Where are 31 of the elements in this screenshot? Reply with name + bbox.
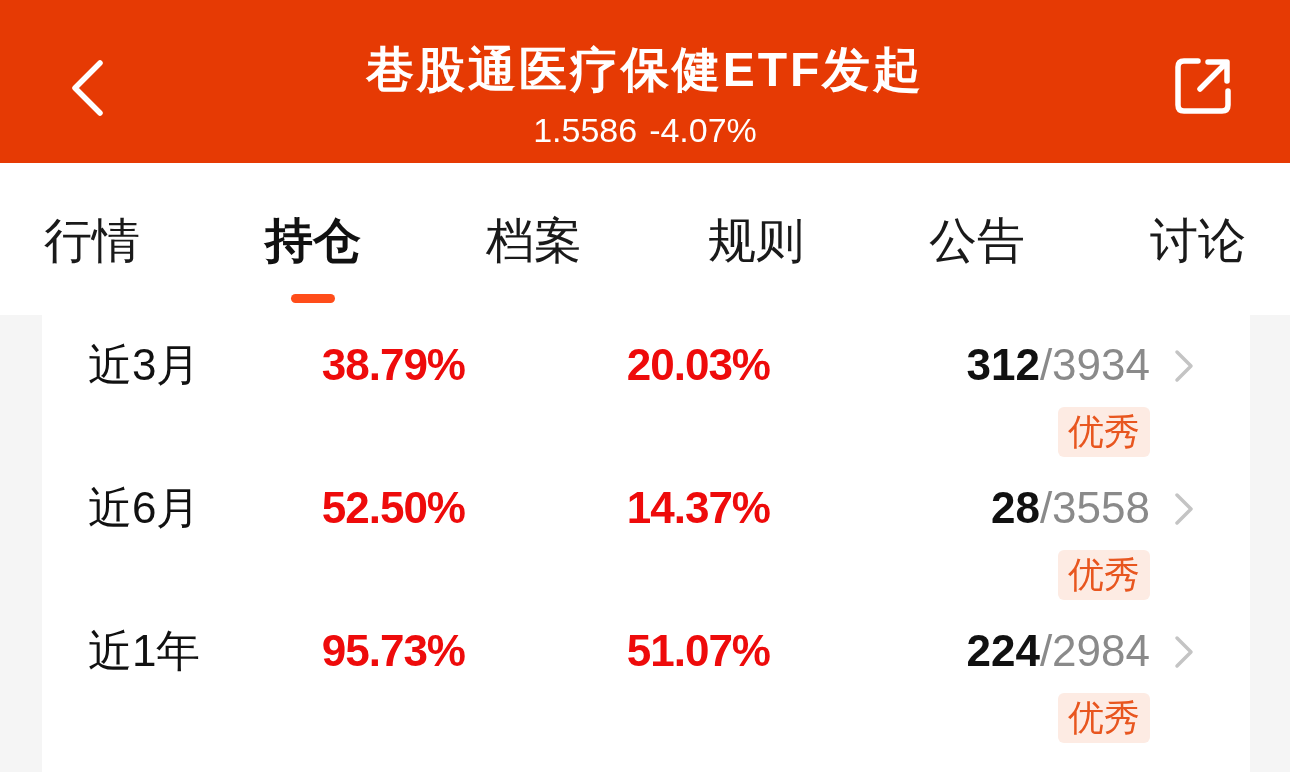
back-button[interactable] (70, 59, 104, 116)
rank-text: 312/3934 (966, 339, 1150, 391)
return-value: 14.37% (625, 482, 770, 534)
tab[interactable]: 规则 (707, 213, 804, 269)
chevron-right-icon[interactable] (1174, 349, 1194, 383)
rank-text: 28/3558 (990, 482, 1150, 534)
tab[interactable]: 持仓 (265, 213, 362, 269)
rating-tag: 优秀 (1058, 693, 1150, 743)
tab[interactable]: 公告 (928, 213, 1025, 269)
fund-price: 1.5586 (533, 110, 638, 150)
share-button[interactable] (1174, 56, 1232, 115)
fund-title: 巷股通医疗保健ETF发起 (365, 42, 925, 98)
price-change: -4.07% (649, 110, 757, 150)
rating-tag: 优秀 (1058, 550, 1150, 600)
tab[interactable]: 讨论 (1149, 213, 1246, 269)
chevron-right-icon[interactable] (1174, 635, 1194, 669)
tab[interactable]: 档案 (486, 213, 583, 269)
tab[interactable]: 行情 (44, 213, 140, 269)
return-value: 95.73% (320, 625, 465, 677)
chevron-right-icon[interactable] (1174, 492, 1194, 526)
back-chevron-icon (70, 59, 104, 116)
return-value: 52.50% (320, 482, 465, 534)
share-icon (1174, 56, 1232, 115)
period-label: 近6月 (88, 482, 202, 534)
period-label: 近3月 (88, 339, 202, 391)
return-value: 20.03% (625, 339, 770, 391)
rating-tag: 优秀 (1058, 407, 1150, 457)
return-value: 51.07% (625, 625, 770, 677)
return-value: 38.79% (320, 339, 465, 391)
rank-text: 224/2984 (966, 625, 1150, 677)
period-label: 近1年 (88, 625, 202, 677)
